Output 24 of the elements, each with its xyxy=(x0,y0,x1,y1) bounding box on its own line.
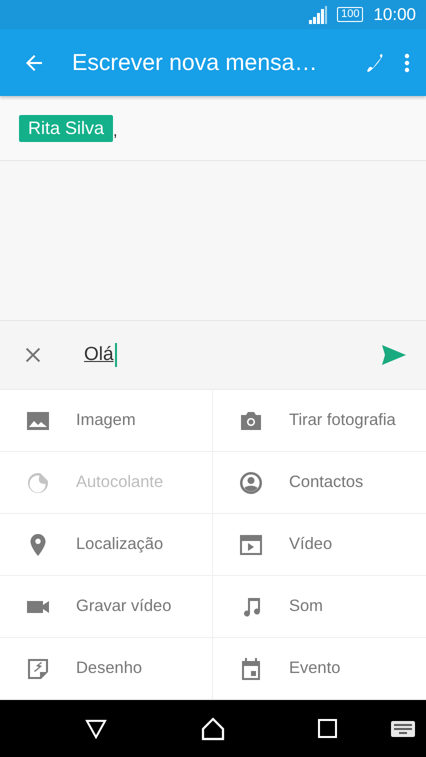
screen-title: Escrever nova mensa… xyxy=(72,49,318,76)
message-input[interactable]: Olá xyxy=(84,343,382,367)
clock-time: 10:00 xyxy=(373,4,416,24)
home-icon[interactable] xyxy=(200,716,225,740)
separator-comma: , xyxy=(113,123,118,141)
attachment-option[interactable]: Contactos xyxy=(212,452,426,514)
recipient-chip[interactable]: Rita Silva xyxy=(19,114,114,142)
contact-icon xyxy=(239,470,263,494)
signal-icon xyxy=(309,6,328,24)
attachment-option[interactable]: Gravar vídeo xyxy=(0,576,212,638)
drawing-icon xyxy=(26,656,50,680)
send-icon[interactable] xyxy=(382,345,406,365)
sticker-icon xyxy=(26,470,50,494)
attachment-option[interactable]: Imagem xyxy=(0,390,212,452)
battery-level: 100 xyxy=(337,7,364,22)
calendar-icon xyxy=(239,656,263,680)
keyboard-icon[interactable] xyxy=(390,720,415,736)
attachment-option[interactable]: Som xyxy=(212,576,426,638)
film-clip-icon xyxy=(239,532,263,556)
attachment-option[interactable]: Vídeo xyxy=(212,514,426,576)
attachment-option[interactable]: Localização xyxy=(0,514,212,576)
back-triangle-icon[interactable] xyxy=(85,718,107,738)
recent-apps-icon[interactable] xyxy=(318,719,338,738)
attachment-option[interactable]: Tirar fotografia xyxy=(212,390,426,452)
